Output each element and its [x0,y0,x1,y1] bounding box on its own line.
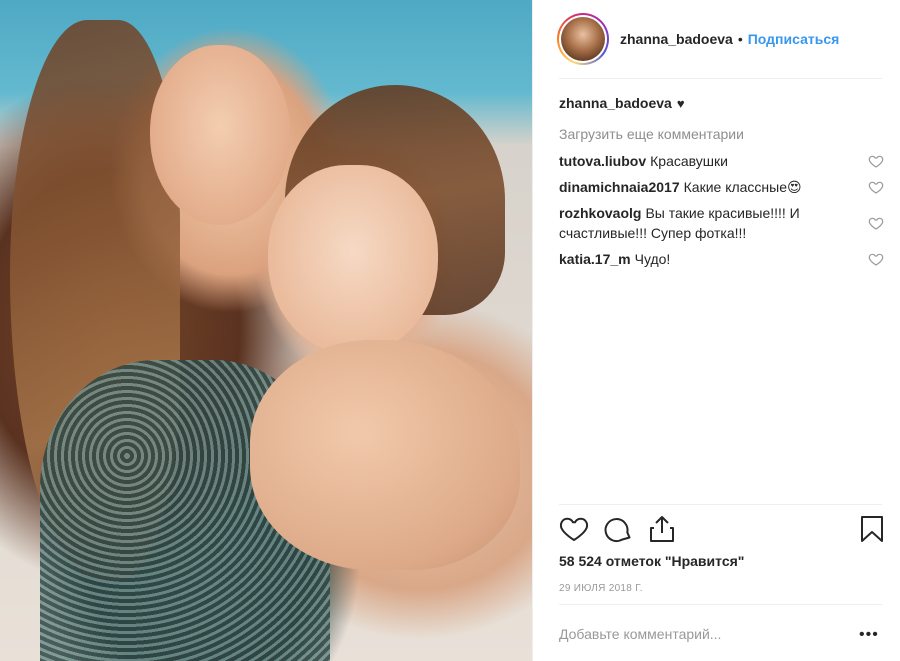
header-divider [559,78,882,79]
heart-outline-icon[interactable] [868,179,884,195]
follow-button[interactable]: Подписаться [748,31,840,47]
post-header: zhanna_badoeva • Подписаться [533,0,900,78]
comment-item: katia.17_m Чудо! [559,249,884,269]
heart-outline-icon[interactable] [868,153,884,169]
post-photo[interactable] [0,0,532,661]
comments-list: zhanna_badoeva ♥ Загрузить еще комментар… [559,92,884,269]
likes-count[interactable]: 58 524 отметок "Нравится" [559,553,744,569]
heart-outline-icon[interactable] [868,251,884,267]
share-upload-icon[interactable] [647,514,677,544]
avatar[interactable] [557,13,609,65]
comment-text: Красавушки [650,153,728,169]
comment-item: dinamichnaia2017 Какие классные😍 [559,177,884,197]
header-separator: • [737,31,743,47]
more-options-button[interactable]: ••• [859,626,879,644]
photo-arm [250,340,520,570]
comment-username[interactable]: katia.17_m [559,251,631,267]
actions-divider [559,504,882,505]
post-date: 29 ИЮЛЯ 2018 Г. [559,583,643,594]
comment-text: Чудо! [634,251,671,267]
bookmark-icon[interactable] [857,514,887,544]
load-more-comments-button[interactable]: Загрузить еще комментарии [559,123,884,145]
caption-username[interactable]: zhanna_badoeva [559,95,672,111]
header-username[interactable]: zhanna_badoeva [620,31,733,47]
post-actions [559,512,885,548]
post-side-panel: zhanna_badoeva • Подписаться zhanna_bado… [532,0,900,661]
comment-username[interactable]: rozhkovaolg [559,205,641,221]
comment-username[interactable]: tutova.liubov [559,153,646,169]
comment-bubble-icon[interactable] [603,514,633,544]
photo-face-right [268,165,438,355]
heart-outline-icon[interactable] [868,215,884,231]
comment-username[interactable]: dinamichnaia2017 [559,179,680,195]
caption-text: ♥ [676,95,685,111]
comment-item: rozhkovaolg Вы такие красивые!!!! И счаст… [559,203,884,243]
comment-text: Какие классные😍 [683,179,802,195]
avatar-image [561,17,605,61]
comment-divider [559,604,882,605]
caption: zhanna_badoeva ♥ [559,92,884,114]
photo-face-left [150,45,290,225]
comment-item: tutova.liubov Красавушки [559,151,884,171]
add-comment-input[interactable]: Добавьте комментарий... [559,626,721,642]
heart-outline-icon[interactable] [559,514,589,544]
